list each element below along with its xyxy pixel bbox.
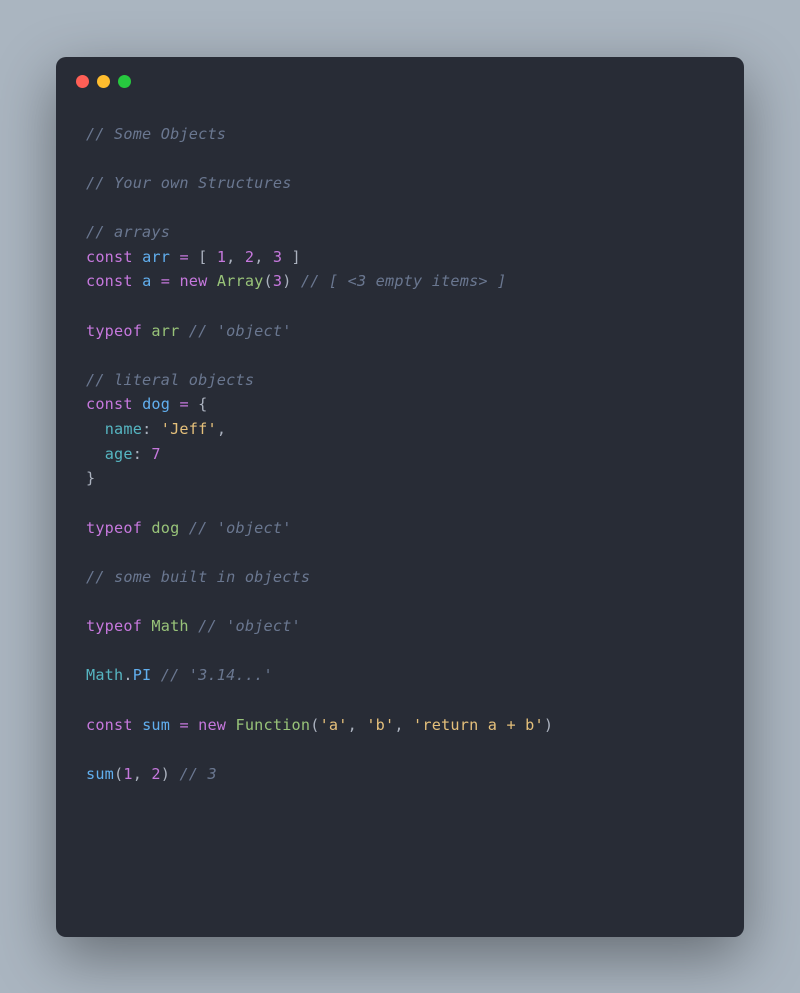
- code-token: const: [86, 395, 133, 413]
- code-token: 2: [245, 248, 254, 266]
- code-token: // Your own Structures: [86, 174, 292, 192]
- code-token: Array: [217, 272, 264, 290]
- code-token: typeof: [86, 322, 142, 340]
- code-token: .: [123, 666, 132, 684]
- code-token: =: [161, 272, 170, 290]
- code-token: 3: [273, 272, 282, 290]
- code-editor-window: // Some Objects // Your own Structures /…: [56, 57, 744, 937]
- code-token: [133, 272, 142, 290]
- code-token: ): [282, 272, 301, 290]
- code-token: ,: [394, 716, 413, 734]
- code-token: (: [264, 272, 273, 290]
- code-token: Function: [236, 716, 311, 734]
- code-token: name: [105, 420, 142, 438]
- code-token: a: [142, 272, 151, 290]
- code-token: const: [86, 272, 133, 290]
- code-token: [142, 519, 151, 537]
- code-token: // 3: [179, 765, 216, 783]
- code-token: ): [544, 716, 553, 734]
- code-token: // 'object': [189, 519, 292, 537]
- code-token: ,: [226, 248, 245, 266]
- code-token: 1: [217, 248, 226, 266]
- code-token: // arrays: [86, 223, 170, 241]
- code-token: :: [133, 445, 152, 463]
- code-token: // '3.14...': [161, 666, 273, 684]
- code-token: ,: [217, 420, 226, 438]
- code-token: arr: [151, 322, 179, 340]
- code-token: typeof: [86, 617, 142, 635]
- code-token: :: [142, 420, 161, 438]
- code-content: // Some Objects // Your own Structures /…: [56, 94, 744, 817]
- code-token: [151, 666, 160, 684]
- code-token: =: [179, 248, 188, 266]
- code-token: [133, 395, 142, 413]
- code-token: // 'object': [189, 322, 292, 340]
- code-token: new: [179, 272, 207, 290]
- code-token: (: [310, 716, 319, 734]
- code-token: dog: [142, 395, 170, 413]
- code-token: 'return a + b': [413, 716, 544, 734]
- code-token: // some built in objects: [86, 568, 310, 586]
- code-token: 7: [151, 445, 160, 463]
- code-token: age: [105, 445, 133, 463]
- code-token: Math: [151, 617, 188, 635]
- close-icon[interactable]: [76, 75, 89, 88]
- code-token: [179, 519, 188, 537]
- code-token: }: [86, 469, 95, 487]
- code-token: {: [189, 395, 208, 413]
- code-token: =: [179, 716, 188, 734]
- code-token: [151, 272, 160, 290]
- code-token: [142, 322, 151, 340]
- code-token: // Some Objects: [86, 125, 226, 143]
- code-token: ,: [133, 765, 152, 783]
- code-token: 'b': [366, 716, 394, 734]
- code-token: 'a': [320, 716, 348, 734]
- code-token: const: [86, 248, 133, 266]
- code-token: ]: [282, 248, 301, 266]
- code-token: dog: [151, 519, 179, 537]
- code-token: ,: [348, 716, 367, 734]
- code-token: 3: [273, 248, 282, 266]
- code-token: =: [179, 395, 188, 413]
- code-token: [179, 322, 188, 340]
- code-token: ): [161, 765, 180, 783]
- code-token: [189, 716, 198, 734]
- code-token: [86, 420, 105, 438]
- code-token: PI: [133, 666, 152, 684]
- code-token: (: [114, 765, 123, 783]
- code-token: 'Jeff': [161, 420, 217, 438]
- code-token: const: [86, 716, 133, 734]
- code-token: [86, 445, 105, 463]
- code-token: sum: [142, 716, 170, 734]
- code-token: new: [198, 716, 226, 734]
- code-token: Math: [86, 666, 123, 684]
- code-token: 2: [151, 765, 160, 783]
- code-token: // [ <3 empty items> ]: [301, 272, 507, 290]
- window-titlebar: [56, 57, 744, 94]
- maximize-icon[interactable]: [118, 75, 131, 88]
- code-token: arr: [142, 248, 170, 266]
- code-token: 1: [123, 765, 132, 783]
- code-token: [133, 248, 142, 266]
- code-token: ,: [254, 248, 273, 266]
- code-token: [189, 617, 198, 635]
- code-token: [207, 272, 216, 290]
- code-token: [142, 617, 151, 635]
- code-token: // 'object': [198, 617, 301, 635]
- code-token: sum: [86, 765, 114, 783]
- code-token: // literal objects: [86, 371, 254, 389]
- minimize-icon[interactable]: [97, 75, 110, 88]
- code-token: [226, 716, 235, 734]
- code-token: [133, 716, 142, 734]
- code-token: typeof: [86, 519, 142, 537]
- code-token: [: [189, 248, 217, 266]
